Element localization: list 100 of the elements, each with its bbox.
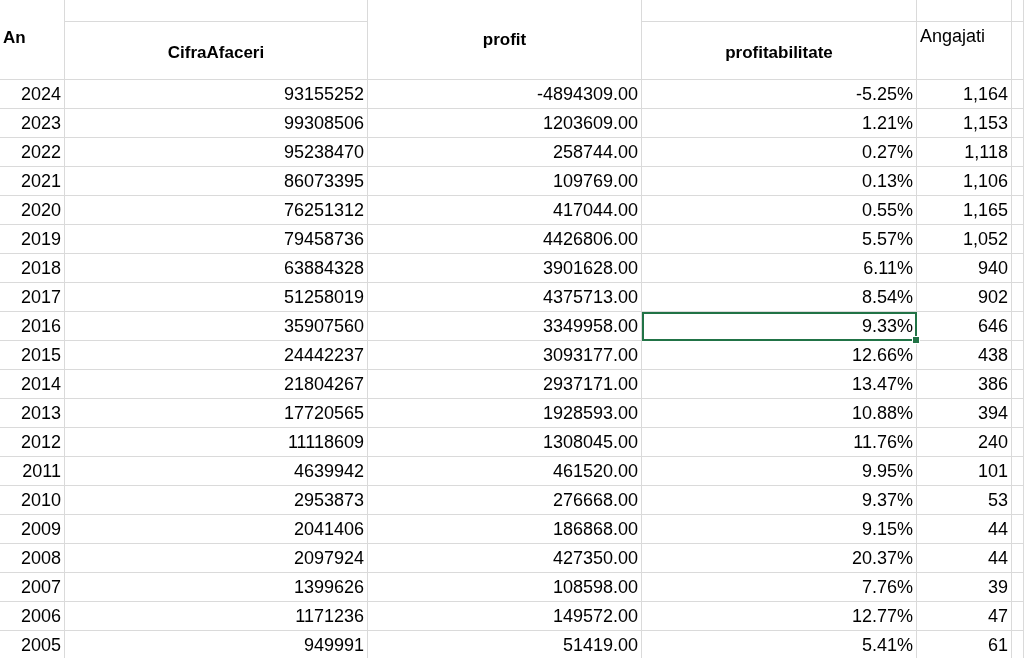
table-cell[interactable]: 3349958.00 <box>368 312 642 341</box>
table-cell[interactable]: 8.54% <box>642 283 917 312</box>
table-cell[interactable]: 186868.00 <box>368 515 642 544</box>
table-cell[interactable]: 2019 <box>0 225 65 254</box>
table-cell[interactable]: 9.15% <box>642 515 917 544</box>
table-cell[interactable]: 1,164 <box>917 80 1012 109</box>
table-cell[interactable]: 2011 <box>0 457 65 486</box>
table-cell[interactable]: 5.57% <box>642 225 917 254</box>
table-cell[interactable]: 2020 <box>0 196 65 225</box>
table-cell[interactable]: 61 <box>917 631 1012 658</box>
table-cell[interactable]: 39 <box>917 573 1012 602</box>
table-cell[interactable]: 2024 <box>0 80 65 109</box>
table-cell[interactable]: 1171236 <box>65 602 368 631</box>
table-cell[interactable]: 1399626 <box>65 573 368 602</box>
table-cell[interactable]: 11.76% <box>642 428 917 457</box>
table-cell[interactable]: 108598.00 <box>368 573 642 602</box>
fill-handle[interactable] <box>912 336 920 344</box>
table-cell[interactable]: 902 <box>917 283 1012 312</box>
table-cell[interactable]: 427350.00 <box>368 544 642 573</box>
table-cell[interactable]: 1,153 <box>917 109 1012 138</box>
table-cell[interactable]: 2014 <box>0 370 65 399</box>
table-cell[interactable]: 1,106 <box>917 167 1012 196</box>
table-cell[interactable]: 10.88% <box>642 399 917 428</box>
table-cell[interactable]: 417044.00 <box>368 196 642 225</box>
table-cell[interactable]: 1928593.00 <box>368 399 642 428</box>
table-cell[interactable]: 1308045.00 <box>368 428 642 457</box>
table-cell[interactable]: 1,165 <box>917 196 1012 225</box>
table-cell[interactable]: 35907560 <box>65 312 368 341</box>
table-cell[interactable]: 2953873 <box>65 486 368 515</box>
table-cell[interactable]: 9.37% <box>642 486 917 515</box>
table-cell[interactable]: 2021 <box>0 167 65 196</box>
table-cell[interactable]: 2023 <box>0 109 65 138</box>
table-cell[interactable]: 47 <box>917 602 1012 631</box>
table-cell[interactable]: 12.66% <box>642 341 917 370</box>
table-cell[interactable]: 0.55% <box>642 196 917 225</box>
table-cell[interactable]: -5.25% <box>642 80 917 109</box>
table-cell[interactable]: 2022 <box>0 138 65 167</box>
table-cell[interactable]: -4894309.00 <box>368 80 642 109</box>
table-cell[interactable]: 51258019 <box>65 283 368 312</box>
table-cell[interactable]: 4426806.00 <box>368 225 642 254</box>
table-cell[interactable]: 1.21% <box>642 109 917 138</box>
table-cell[interactable]: 2041406 <box>65 515 368 544</box>
table-cell[interactable]: 1203609.00 <box>368 109 642 138</box>
table-cell[interactable]: 940 <box>917 254 1012 283</box>
table-cell[interactable]: 240 <box>917 428 1012 457</box>
table-cell[interactable]: 949991 <box>65 631 368 658</box>
table-cell[interactable]: 3901628.00 <box>368 254 642 283</box>
table-cell[interactable]: 9.95% <box>642 457 917 486</box>
table-cell[interactable]: 20.37% <box>642 544 917 573</box>
table-cell[interactable]: 2009 <box>0 515 65 544</box>
table-cell[interactable]: 5.41% <box>642 631 917 658</box>
table-cell[interactable]: 2016 <box>0 312 65 341</box>
table-cell[interactable]: 276668.00 <box>368 486 642 515</box>
table-cell[interactable]: 2010 <box>0 486 65 515</box>
table-cell[interactable]: 7.76% <box>642 573 917 602</box>
table-cell[interactable]: 2017 <box>0 283 65 312</box>
table-cell[interactable]: 101 <box>917 457 1012 486</box>
table-cell[interactable]: 394 <box>917 399 1012 428</box>
table-cell[interactable]: 21804267 <box>65 370 368 399</box>
table-cell[interactable]: 53 <box>917 486 1012 515</box>
table-cell[interactable]: 12.77% <box>642 602 917 631</box>
table-cell[interactable]: 386 <box>917 370 1012 399</box>
table-cell[interactable]: 2005 <box>0 631 65 658</box>
table-cell[interactable]: 99308506 <box>65 109 368 138</box>
table-cell[interactable]: 4639942 <box>65 457 368 486</box>
table-cell[interactable]: 109769.00 <box>368 167 642 196</box>
table-cell[interactable]: 9.33% <box>642 312 917 341</box>
table-cell[interactable]: 95238470 <box>65 138 368 167</box>
table-cell[interactable]: 2018 <box>0 254 65 283</box>
table-cell[interactable]: 2007 <box>0 573 65 602</box>
table-cell[interactable]: 646 <box>917 312 1012 341</box>
table-cell[interactable]: 13.47% <box>642 370 917 399</box>
table-cell[interactable]: 2012 <box>0 428 65 457</box>
table-cell[interactable]: 6.11% <box>642 254 917 283</box>
table-cell[interactable]: 86073395 <box>65 167 368 196</box>
table-cell[interactable]: 76251312 <box>65 196 368 225</box>
table-cell[interactable]: 79458736 <box>65 225 368 254</box>
table-cell[interactable]: 1,118 <box>917 138 1012 167</box>
table-cell[interactable]: 63884328 <box>65 254 368 283</box>
table-cell[interactable]: 2937171.00 <box>368 370 642 399</box>
table-cell[interactable]: 11118609 <box>65 428 368 457</box>
table-cell[interactable]: 17720565 <box>65 399 368 428</box>
table-cell[interactable]: 1,052 <box>917 225 1012 254</box>
table-cell[interactable]: 0.13% <box>642 167 917 196</box>
table-cell[interactable]: 2097924 <box>65 544 368 573</box>
table-cell[interactable]: 2013 <box>0 399 65 428</box>
table-cell[interactable]: 44 <box>917 515 1012 544</box>
table-cell[interactable]: 51419.00 <box>368 631 642 658</box>
table-cell[interactable]: 2015 <box>0 341 65 370</box>
table-cell[interactable]: 24442237 <box>65 341 368 370</box>
table-cell[interactable]: 2008 <box>0 544 65 573</box>
table-cell[interactable]: 438 <box>917 341 1012 370</box>
table-cell[interactable]: 3093177.00 <box>368 341 642 370</box>
table-cell[interactable]: 4375713.00 <box>368 283 642 312</box>
table-cell[interactable]: 461520.00 <box>368 457 642 486</box>
table-cell[interactable]: 0.27% <box>642 138 917 167</box>
table-cell[interactable]: 149572.00 <box>368 602 642 631</box>
table-cell[interactable]: 93155252 <box>65 80 368 109</box>
table-cell[interactable]: 258744.00 <box>368 138 642 167</box>
table-cell[interactable]: 44 <box>917 544 1012 573</box>
